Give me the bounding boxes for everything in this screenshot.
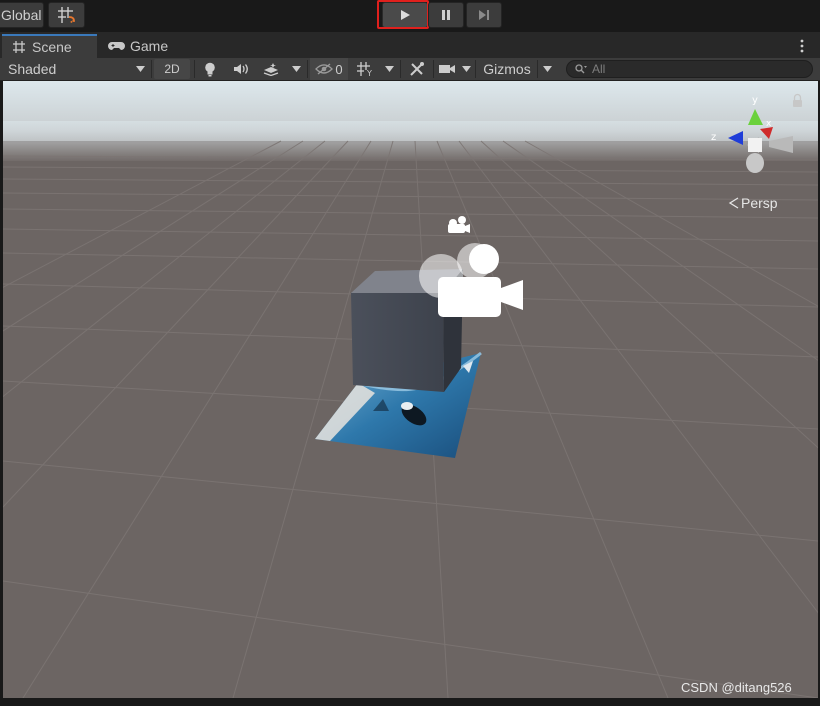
search-icon (575, 64, 587, 74)
chevron-down-icon (136, 66, 145, 72)
speaker-icon (234, 64, 248, 74)
camera-settings-button[interactable] (436, 58, 458, 80)
toolbar-divider (151, 60, 152, 78)
light-bulb-icon (205, 62, 215, 76)
gizmos-button[interactable]: Gizmos (478, 58, 536, 80)
video-camera-icon (439, 65, 455, 73)
tab-game[interactable]: Game (106, 34, 188, 58)
chevron-down-icon (384, 66, 394, 72)
svg-text:Y: Y (366, 69, 372, 77)
audio-toggle[interactable] (228, 58, 254, 80)
toolbar-divider (433, 60, 434, 78)
tools-icon (410, 62, 424, 76)
scene-render: y z x Persp (3, 81, 818, 698)
toolbar-divider (194, 60, 195, 78)
grid-axis-icon: Y (357, 62, 372, 77)
more-options-icon[interactable] (795, 34, 809, 58)
step-button[interactable] (466, 2, 502, 28)
toolbar-divider (400, 60, 401, 78)
view-tab-bar: Scene Game (0, 32, 820, 58)
search-placeholder: All (592, 62, 606, 76)
gizmo-y-label: y (752, 95, 758, 106)
tab-scene[interactable]: Scene (2, 34, 97, 58)
hidden-count: 0 (335, 61, 343, 77)
2d-mode-label: 2D (164, 62, 180, 76)
scene-grid-icon (13, 41, 25, 53)
pause-button[interactable] (428, 2, 464, 28)
gizmo-x-label: x (766, 119, 772, 129)
global-toggle-button[interactable]: Global (0, 2, 44, 28)
scene-search-input[interactable]: All (566, 60, 813, 78)
gizmos-label: Gizmos (483, 61, 531, 77)
effects-toggle[interactable] (258, 58, 284, 80)
watermark: CSDN @ditang526 (681, 680, 792, 695)
grid-dropdown[interactable] (381, 58, 397, 80)
effects-icon (263, 63, 279, 76)
shading-mode-dropdown[interactable]: Shaded (4, 58, 149, 80)
main-toolbar: Global (0, 0, 820, 32)
grid-snap-button[interactable] (48, 2, 85, 28)
play-highlight-box (377, 0, 429, 29)
chevron-down-icon (461, 66, 471, 72)
bottom-border (0, 698, 820, 706)
tab-game-label: Game (130, 38, 169, 54)
camera-dropdown[interactable] (458, 58, 474, 80)
global-label: Global (1, 7, 42, 23)
lighting-toggle[interactable] (198, 58, 222, 80)
gamepad-icon (108, 42, 125, 50)
toolbar-divider (537, 60, 538, 78)
scene-toolbar: Shaded 2D 0 Y Gizmos All (0, 58, 820, 81)
pause-icon (442, 10, 450, 20)
grid-toggle[interactable]: Y (351, 58, 379, 80)
gizmo-z-label: z (711, 132, 716, 143)
toolbar-divider (307, 60, 308, 78)
toolbar-divider (475, 60, 476, 78)
shading-mode-label: Shaded (8, 61, 57, 77)
tab-scene-label: Scene (32, 39, 72, 55)
step-icon (479, 10, 489, 20)
chevron-down-icon (291, 66, 301, 72)
chevron-down-icon (542, 66, 552, 72)
2d-mode-button[interactable]: 2D (154, 59, 190, 79)
eye-slash-icon (315, 63, 334, 75)
scene-viewport[interactable]: y z x Persp (3, 81, 818, 698)
grid-snap-icon (57, 7, 75, 23)
projection-label: Persp (741, 195, 778, 211)
gizmos-dropdown[interactable] (539, 58, 555, 80)
scene-visibility-toggle[interactable]: 0 (310, 58, 348, 80)
effects-dropdown[interactable] (288, 58, 304, 80)
tools-toggle[interactable] (403, 58, 431, 80)
